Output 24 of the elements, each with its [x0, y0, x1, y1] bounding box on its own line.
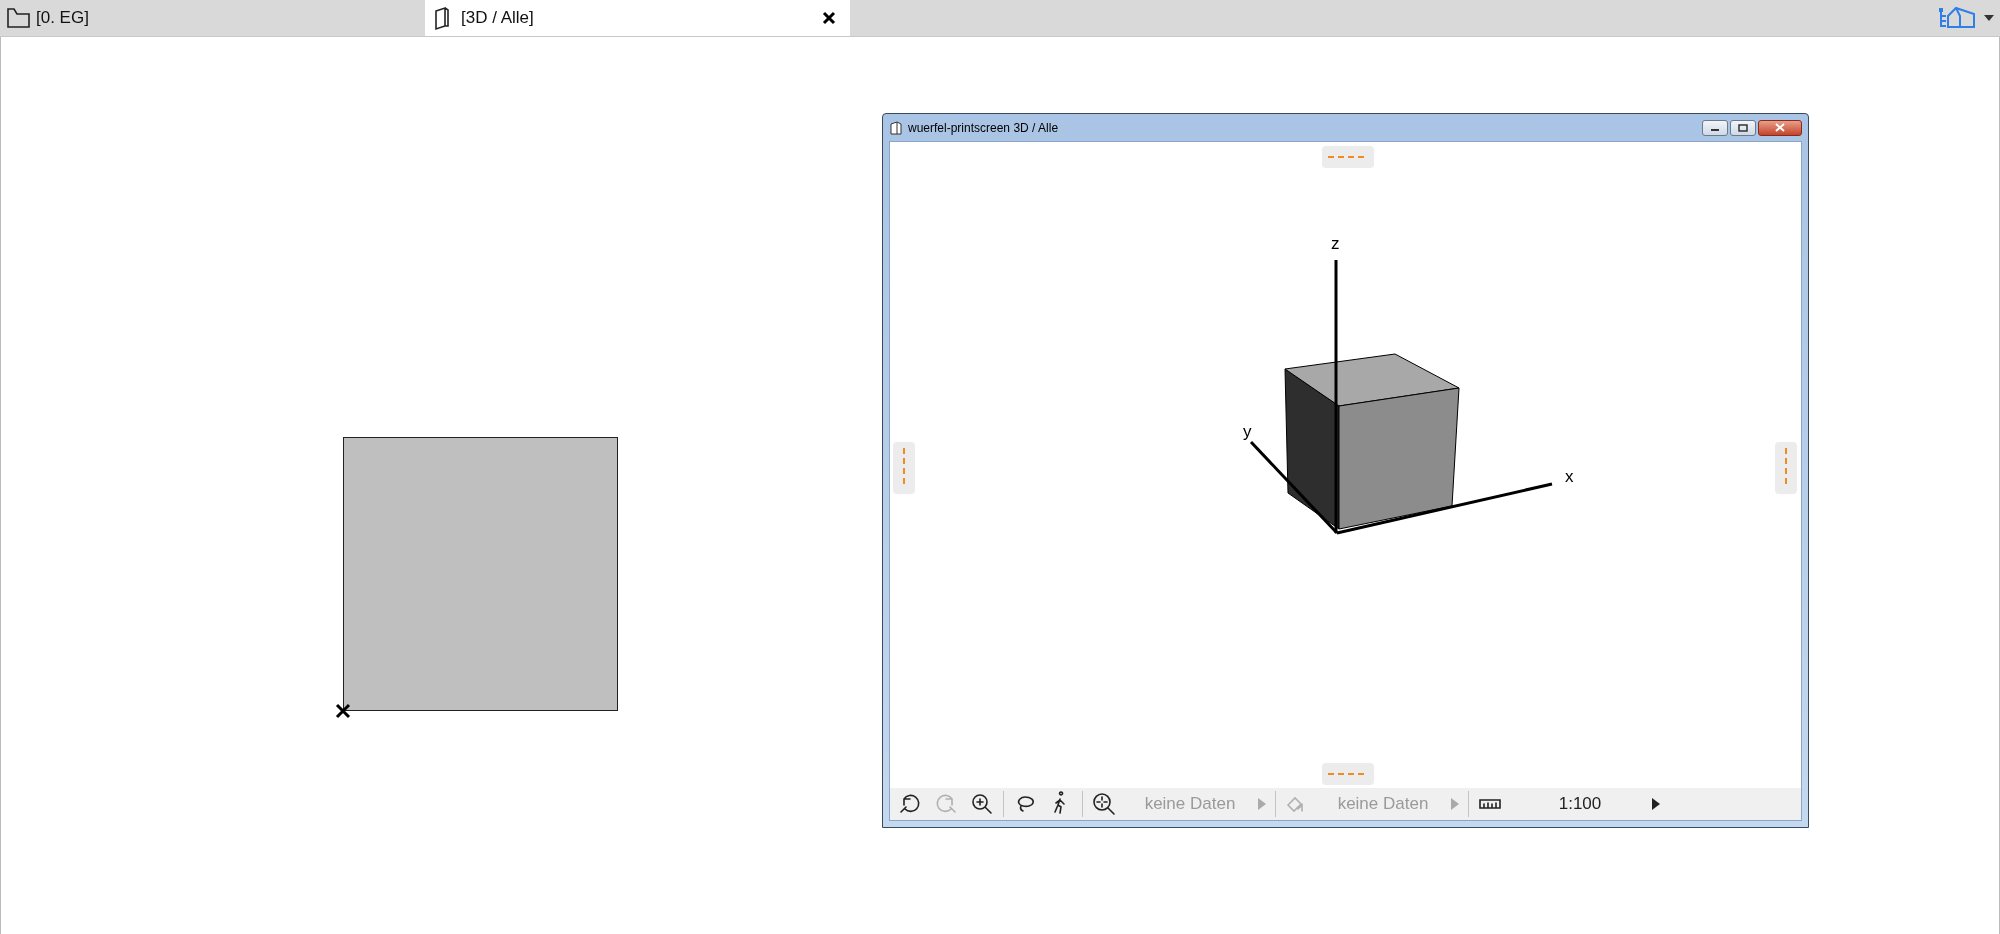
cross-mark-icon: [335, 703, 351, 719]
window-title: wuerfel-printscreen 3D / Alle: [908, 120, 1060, 135]
pan-handle[interactable]: [1775, 442, 1797, 494]
maximize-button[interactable]: [1730, 119, 1756, 136]
axis-label: x: [1565, 467, 1574, 486]
dropdown-field[interactable]: 1:100: [1508, 789, 1666, 819]
caret-icon: [1652, 798, 1660, 810]
minimize-button[interactable]: [1702, 119, 1728, 136]
close-icon: [1775, 123, 1785, 132]
caret-icon[interactable]: [1984, 14, 1994, 22]
caret-icon: [1451, 798, 1459, 810]
zoom-in-icon: [969, 791, 995, 817]
pan-handle[interactable]: [893, 442, 915, 494]
pan-handle[interactable]: [1322, 763, 1374, 785]
caret-icon: [1258, 798, 1266, 810]
house-icon[interactable]: [1938, 5, 1978, 31]
tab[interactable]: [3D / Alle]: [425, 0, 850, 36]
close-button[interactable]: [1758, 119, 1802, 136]
zoom-fit-icon: [1091, 791, 1117, 817]
pan-handle[interactable]: [1322, 146, 1374, 168]
axis-label: y: [1243, 422, 1252, 441]
maximize-icon: [1738, 123, 1748, 132]
box-outline-icon: [889, 120, 903, 135]
axis-label: z: [1331, 234, 1340, 253]
